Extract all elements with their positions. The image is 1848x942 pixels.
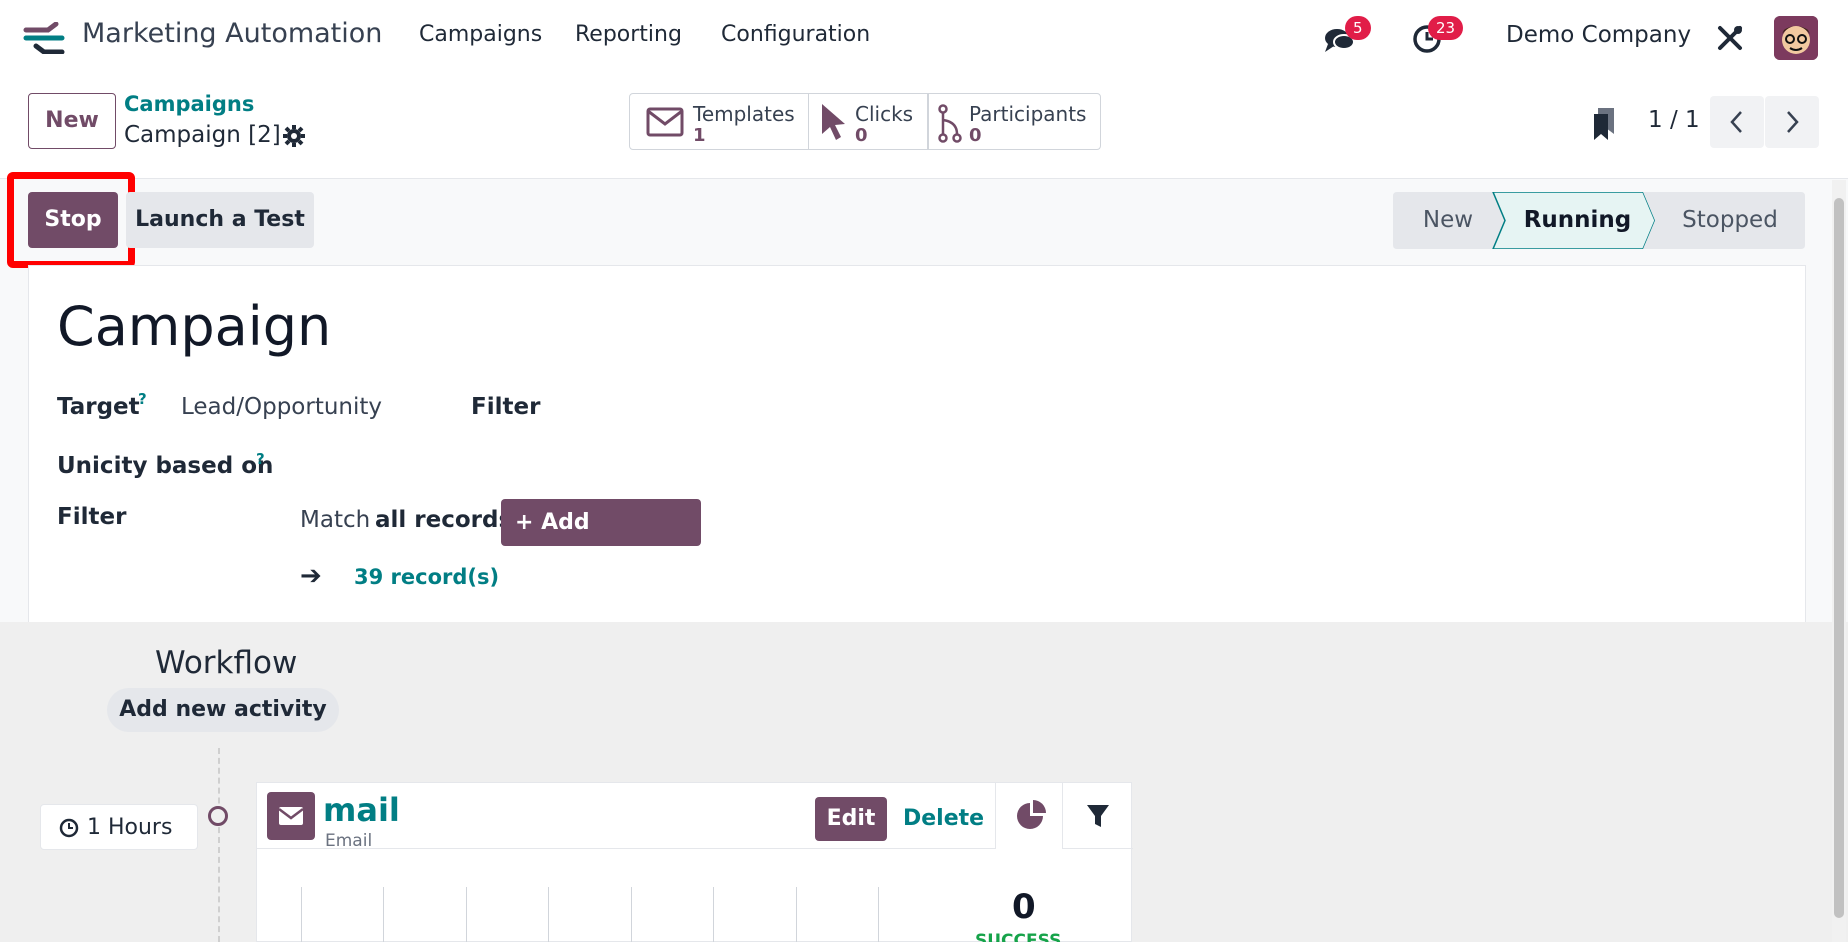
app-logo-icon[interactable] [22, 21, 70, 55]
edit-activity-button[interactable]: Edit [815, 797, 887, 841]
clock-icon [59, 818, 79, 838]
email-icon [267, 792, 315, 840]
success-label: SUCCESS [975, 931, 1062, 942]
add-condition-button[interactable]: + Add condition [501, 499, 701, 582]
templates-stat-value: 1 [693, 125, 706, 146]
clicks-stat-button[interactable]: Clicks 0 [809, 93, 928, 150]
timeline-line [218, 748, 220, 942]
unicity-label: Unicity based on [57, 453, 274, 479]
settings-tools-icon[interactable] [1710, 18, 1750, 58]
chevron-right-icon [1787, 111, 1799, 133]
templates-stat-button[interactable]: Templates 1 [629, 93, 809, 150]
clicks-stat-value: 0 [855, 125, 868, 146]
stage-new[interactable]: New [1393, 192, 1503, 249]
cursor-icon [822, 104, 845, 140]
activity-type: Email [325, 831, 373, 851]
activity-card: mail Email Edit Delete 0 SUCCESS [256, 782, 1133, 942]
breadcrumb-campaigns-link[interactable]: Campaigns [124, 92, 254, 116]
app-name[interactable]: Marketing Automation [82, 18, 382, 49]
activity-name[interactable]: mail [323, 791, 400, 829]
top-navbar: Marketing Automation Campaigns Reporting… [0, 0, 1848, 76]
chart-gridline [878, 887, 879, 942]
status-bar: New Running Stopped [1393, 192, 1805, 249]
chart-gridline [713, 887, 714, 942]
campaign-title-field[interactable]: Campaign [57, 295, 331, 358]
activity-delay-value: 1 Hours [87, 815, 173, 840]
records-count-link[interactable]: 39 record(s) [354, 565, 499, 589]
target-label: Target [57, 394, 140, 420]
stage-running[interactable]: Running [1505, 192, 1650, 249]
chart-gridline [548, 887, 549, 942]
messages-badge: 5 [1345, 16, 1371, 40]
launch-test-button[interactable]: Launch a Test [126, 192, 314, 248]
pager-previous-button[interactable] [1710, 96, 1764, 148]
timeline-node [208, 806, 228, 826]
breadcrumb-current: Campaign [2] [124, 122, 281, 148]
chart-gridline [301, 887, 302, 942]
chart-gridline [383, 887, 384, 942]
target-value[interactable]: Lead/Opportunity [181, 394, 382, 420]
arrow-right-icon: ➔ [300, 561, 322, 591]
company-switcher[interactable]: Demo Company [1506, 22, 1691, 48]
vertical-scrollbar[interactable] [1832, 180, 1846, 942]
participants-stat-label: Participants [969, 102, 1087, 126]
bookmark-icon[interactable] [1592, 106, 1614, 140]
clicks-stat-label: Clicks [855, 102, 914, 126]
envelope-icon [646, 107, 684, 137]
stage-stopped[interactable]: Stopped [1655, 192, 1805, 249]
target-help-icon[interactable]: ? [138, 390, 147, 408]
activities-badge: 23 [1428, 16, 1464, 40]
activity-card-header: mail Email Edit Delete [257, 783, 1133, 851]
filter-icon [1087, 805, 1109, 827]
participants-stat-button[interactable]: Participants 0 [928, 93, 1101, 150]
activity-delay-chip: 1 Hours [40, 804, 198, 850]
add-condition-label: Add condition [515, 510, 631, 582]
highlight-box [7, 172, 135, 268]
menu-reporting[interactable]: Reporting [575, 22, 682, 47]
menu-configuration[interactable]: Configuration [721, 22, 870, 47]
add-new-activity-button[interactable]: Add new activity [107, 688, 339, 732]
gear-icon[interactable] [282, 124, 306, 148]
new-button[interactable]: New [28, 93, 116, 149]
participants-stat-value: 0 [969, 125, 982, 146]
chart-gridline [631, 887, 632, 942]
workflow-title: Workflow [155, 645, 298, 681]
chart-gridline [466, 887, 467, 942]
statistics-tab[interactable] [995, 783, 1063, 849]
filter-label: Filter [57, 504, 127, 530]
match-value[interactable]: all records [375, 507, 512, 533]
pie-chart-icon [1017, 800, 1046, 829]
filter-tab[interactable] [1063, 783, 1133, 849]
chevron-left-icon [1730, 111, 1742, 133]
chart-gridline [796, 887, 797, 942]
pager-value[interactable]: 1 / 1 [1648, 107, 1700, 133]
filter-inline-label: Filter [471, 394, 541, 420]
match-prefix: Match [300, 507, 371, 533]
plus-icon: + [515, 510, 534, 535]
success-count: 0 [1012, 887, 1036, 927]
user-avatar[interactable] [1774, 16, 1818, 60]
scrollbar-thumb[interactable] [1834, 198, 1844, 918]
unicity-help-icon[interactable]: ? [256, 450, 265, 468]
branch-icon [938, 104, 962, 143]
delete-activity-button[interactable]: Delete [903, 797, 984, 841]
templates-stat-label: Templates [693, 102, 795, 126]
pager-next-button[interactable] [1765, 96, 1819, 148]
menu-campaigns[interactable]: Campaigns [419, 22, 542, 47]
